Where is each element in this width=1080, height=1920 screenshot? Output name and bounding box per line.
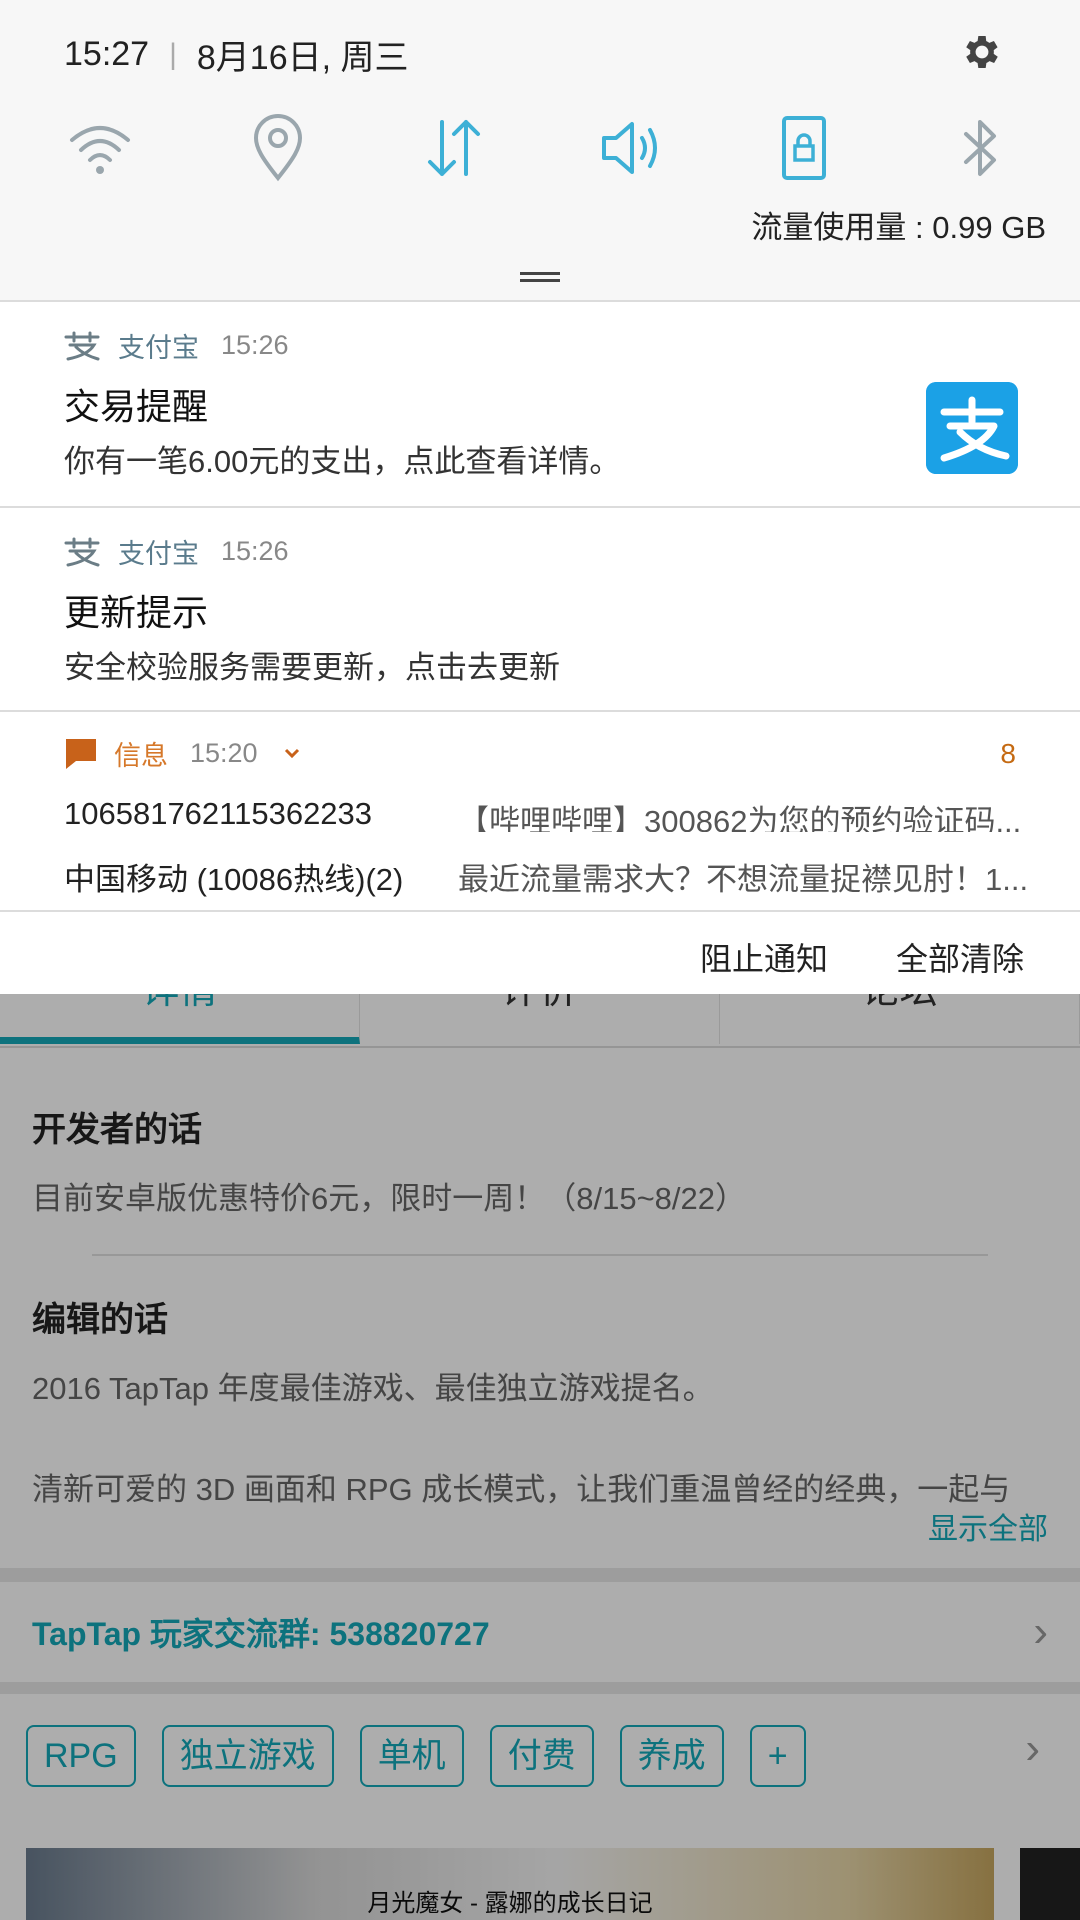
alipay-icon <box>64 537 100 566</box>
notification-title: 交易提醒 <box>64 386 209 427</box>
clear-all-button[interactable]: 全部清除 <box>896 934 1024 980</box>
rotation-lock-icon[interactable] <box>768 112 840 184</box>
gear-icon[interactable] <box>960 30 1004 74</box>
message-preview: 最近流量需求大？不想流量捉襟见肘！1... <box>458 862 1029 897</box>
date: 8月16日, 周三 <box>196 39 409 77</box>
alipay-logo-icon <box>926 382 1018 474</box>
notification-header: 信息 15:20 <box>64 734 312 773</box>
alipay-icon <box>64 331 100 360</box>
drag-handle[interactable] <box>520 272 560 282</box>
message-row[interactable]: 中国移动 (10086热线)(2) 最近流量需求大？不想流量捉襟见肘！1... <box>64 854 1044 899</box>
message-row[interactable]: 106581762115362233 【哔哩哔哩】300862为您的预约验证码.… <box>64 796 1044 832</box>
notification-alipay-transaction[interactable]: 支付宝 15:26 交易提醒 你有一笔6.00元的支出，点此查看详情。 <box>0 300 1080 506</box>
notification-list: 支付宝 15:26 交易提醒 你有一笔6.00元的支出，点此查看详情。 支付宝 … <box>0 300 1080 912</box>
quick-settings <box>0 112 1080 184</box>
message-sender: 106581762115362233 <box>64 796 373 831</box>
message-preview: 【哔哩哔哩】300862为您的预约验证码... <box>458 804 1022 832</box>
chevron-down-icon[interactable] <box>272 744 312 764</box>
clock: 15:27 <box>64 35 150 73</box>
message-sender: 中国移动 (10086热线)(2) <box>64 862 404 897</box>
app-name: 信息 <box>114 741 168 771</box>
notification-time: 15:20 <box>190 738 258 768</box>
app-name: 支付宝 <box>118 333 199 363</box>
notification-body: 安全校验服务需要更新，点击去更新 <box>64 650 560 685</box>
data-usage-text: 流量使用量 : 0.99 GB <box>751 210 1046 245</box>
notification-body: 你有一笔6.00元的支出，点此查看详情。 <box>64 444 621 479</box>
notification-time: 15:26 <box>221 536 289 566</box>
message-count-badge: 8 <box>1000 738 1016 769</box>
bluetooth-icon[interactable] <box>944 112 1016 184</box>
message-bubble-icon <box>66 738 96 769</box>
sound-icon[interactable] <box>596 112 668 184</box>
app-name: 支付宝 <box>118 539 199 569</box>
notification-title: 更新提示 <box>64 592 209 633</box>
status-row: 15:27 | 8月16日, 周三 <box>64 30 409 79</box>
shade-actions: 阻止通知 全部清除 <box>0 910 1080 994</box>
location-icon[interactable] <box>242 112 314 184</box>
separator: | <box>169 37 177 71</box>
wifi-icon[interactable] <box>64 112 136 184</box>
notification-shade: 15:27 | 8月16日, 周三 流量使用量: 0.99 GB 支付宝 15… <box>0 0 1080 994</box>
notification-messages[interactable]: 信息 15:20 8 106581762115362233 【哔哩哔哩】3008… <box>0 710 1080 912</box>
notification-alipay-update[interactable]: 支付宝 15:26 更新提示 安全校验服务需要更新，点击去更新 <box>0 506 1080 710</box>
block-notifications-button[interactable]: 阻止通知 <box>700 934 828 980</box>
notification-header: 支付宝 15:26 <box>64 326 289 365</box>
notification-time: 15:26 <box>221 330 289 360</box>
data-transfer-icon[interactable] <box>418 112 490 184</box>
notification-header: 支付宝 15:26 <box>64 532 289 571</box>
